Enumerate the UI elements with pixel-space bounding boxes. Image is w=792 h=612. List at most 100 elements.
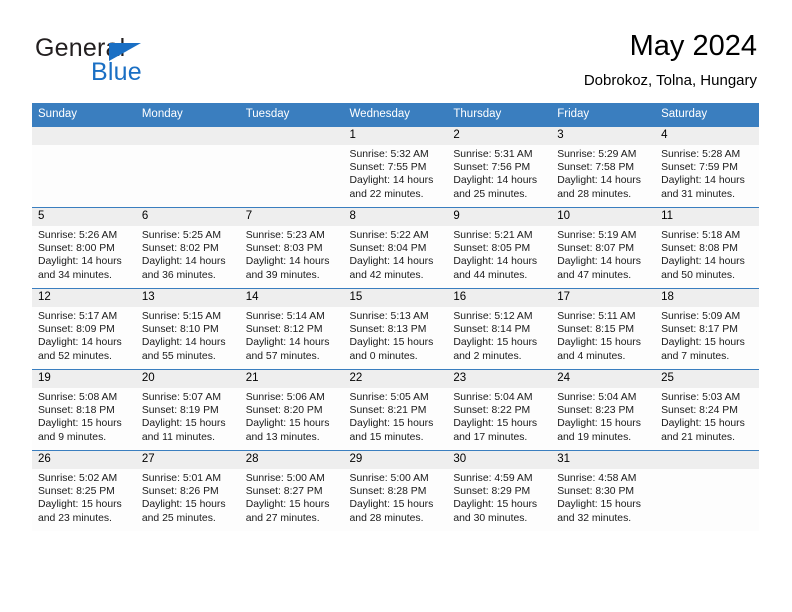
day-cell-content: 22 Sunrise: 5:05 AM Sunset: 8:21 PM Dayligh… <box>343 370 448 450</box>
calendar-day-cell[interactable]: 14 Sunrise: 5:14 AM Sunset: 8:12 PM Dayligh… <box>239 288 344 370</box>
day-sun-info: Sunrise: 5:21 AM Sunset: 8:05 PM Daylight:… <box>447 226 551 282</box>
calendar-day-cell[interactable]: 18 Sunrise: 5:09 AM Sunset: 8:17 PM Dayligh… <box>655 288 759 370</box>
calendar-day-cell[interactable]: 17 Sunrise: 5:11 AM Sunset: 8:15 PM Dayligh… <box>551 288 656 370</box>
page-title: May 2024 <box>629 30 757 62</box>
day-cell-content: 7 Sunrise: 5:23 AM Sunset: 8:03 PM Daylight… <box>239 208 344 288</box>
daylight-duration-line1: Daylight: 14 hours <box>38 256 122 268</box>
calendar-day-cell[interactable]: 30 Sunrise: 4:59 AM Sunset: 8:29 PM Dayligh… <box>447 450 552 531</box>
day-cell-content: 18 Sunrise: 5:09 AM Sunset: 8:17 PM Dayligh… <box>655 289 759 369</box>
sunset-time: Sunset: 8:00 PM <box>38 243 115 255</box>
calendar-day-cell[interactable]: 26 Sunrise: 5:02 AM Sunset: 8:25 PM Dayligh… <box>32 450 136 531</box>
day-cell-content: 4 Sunrise: 5:28 AM Sunset: 7:59 PM Daylight… <box>655 127 759 207</box>
sunset-time: Sunset: 8:09 PM <box>38 324 115 336</box>
calendar-day-cell[interactable]: 20 Sunrise: 5:07 AM Sunset: 8:19 PM Dayligh… <box>135 369 240 451</box>
weekday-header-tuesday: Tuesday <box>239 103 344 127</box>
sunrise-time: Sunrise: 5:21 AM <box>453 230 533 241</box>
daylight-duration-line2: and 25 minutes. <box>453 188 528 200</box>
daylight-duration-line1: Daylight: 15 hours <box>661 418 745 430</box>
daylight-duration-line1: Daylight: 15 hours <box>453 418 538 430</box>
daylight-duration-line1: Daylight: 14 hours <box>453 175 538 187</box>
calendar-day-cell[interactable]: 11 Sunrise: 5:18 AM Sunset: 8:08 PM Dayligh… <box>655 207 759 289</box>
calendar-day-cell[interactable]: 24 Sunrise: 5:04 AM Sunset: 8:23 PM Dayligh… <box>551 369 656 451</box>
sunrise-time: Sunrise: 5:23 AM <box>245 230 325 241</box>
day-sun-info: Sunrise: 5:14 AM Sunset: 8:12 PM Daylight:… <box>240 307 344 363</box>
calendar-day-cell[interactable]: 27 Sunrise: 5:01 AM Sunset: 8:26 PM Dayligh… <box>135 450 240 531</box>
calendar-day-cell[interactable]: 23 Sunrise: 5:04 AM Sunset: 8:22 PM Dayligh… <box>447 369 552 451</box>
calendar-day-cell[interactable]: 4 Sunrise: 5:28 AM Sunset: 7:59 PM Daylight… <box>655 126 759 208</box>
day-sun-info: Sunrise: 5:13 AM Sunset: 8:13 PM Daylight:… <box>344 307 448 363</box>
calendar-day-cell[interactable]: 31 Sunrise: 4:58 AM Sunset: 8:30 PM Dayligh… <box>551 450 656 531</box>
daylight-duration-line1: Daylight: 15 hours <box>38 418 122 430</box>
daylight-duration-line1: Daylight: 15 hours <box>453 337 538 349</box>
daylight-duration-line2: and 15 minutes. <box>349 431 424 443</box>
calendar-day-cell[interactable]: 15 Sunrise: 5:13 AM Sunset: 8:13 PM Dayligh… <box>343 288 448 370</box>
day-sun-info: Sunrise: 5:18 AM Sunset: 8:08 PM Daylight:… <box>655 226 759 282</box>
calendar-day-cell[interactable]: 5 Sunrise: 5:26 AM Sunset: 8:00 PM Daylight… <box>32 207 136 289</box>
day-cell-content: 8 Sunrise: 5:22 AM Sunset: 8:04 PM Daylight… <box>343 208 448 288</box>
day-cell-content: 1 Sunrise: 5:32 AM Sunset: 7:55 PM Daylight… <box>343 127 448 207</box>
calendar-day-cell[interactable]: 25 Sunrise: 5:03 AM Sunset: 8:24 PM Dayligh… <box>655 369 759 451</box>
daylight-duration-line2: and 7 minutes. <box>661 350 730 362</box>
calendar-week-row: 26 Sunrise: 5:02 AM Sunset: 8:25 PM Dayligh… <box>32 450 759 531</box>
daylight-duration-line1: Daylight: 15 hours <box>557 499 641 511</box>
daylight-duration-line2: and 28 minutes. <box>349 512 424 524</box>
calendar-day-cell[interactable]: 12 Sunrise: 5:17 AM Sunset: 8:09 PM Dayligh… <box>32 288 136 370</box>
general-blue-logo[interactable]: General Blue <box>35 34 265 88</box>
calendar-day-cell[interactable]: 10 Sunrise: 5:19 AM Sunset: 8:07 PM Dayligh… <box>551 207 656 289</box>
day-cell-content: 25 Sunrise: 5:03 AM Sunset: 8:24 PM Dayligh… <box>655 370 759 450</box>
sunset-time: Sunset: 7:58 PM <box>557 162 635 174</box>
calendar-day-cell-empty <box>239 126 344 208</box>
calendar-day-cell[interactable]: 3 Sunrise: 5:29 AM Sunset: 7:58 PM Daylight… <box>551 126 656 208</box>
day-sun-info: Sunrise: 5:19 AM Sunset: 8:07 PM Daylight:… <box>551 226 655 282</box>
calendar-day-cell[interactable]: 9 Sunrise: 5:21 AM Sunset: 8:05 PM Daylight… <box>447 207 552 289</box>
calendar-day-cell[interactable]: 29 Sunrise: 5:00 AM Sunset: 8:28 PM Dayligh… <box>343 450 448 531</box>
sunrise-time: Sunrise: 5:31 AM <box>453 149 533 160</box>
day-sun-info: Sunrise: 5:11 AM Sunset: 8:15 PM Daylight:… <box>551 307 655 363</box>
calendar-day-cell[interactable]: 19 Sunrise: 5:08 AM Sunset: 8:18 PM Dayligh… <box>32 369 136 451</box>
sunset-time: Sunset: 8:25 PM <box>38 486 115 498</box>
calendar-day-cell[interactable]: 7 Sunrise: 5:23 AM Sunset: 8:03 PM Daylight… <box>239 207 344 289</box>
sunset-time: Sunset: 8:27 PM <box>245 486 323 498</box>
daylight-duration-line1: Daylight: 15 hours <box>557 418 641 430</box>
daylight-duration-line2: and 0 minutes. <box>349 350 418 362</box>
calendar-day-cell[interactable]: 16 Sunrise: 5:12 AM Sunset: 8:14 PM Dayligh… <box>447 288 552 370</box>
weekday-header-monday: Monday <box>135 103 240 127</box>
day-cell-content: 19 Sunrise: 5:08 AM Sunset: 8:18 PM Dayligh… <box>32 370 136 450</box>
calendar-week-row: 5 Sunrise: 5:26 AM Sunset: 8:00 PM Daylight… <box>32 207 759 289</box>
page-header: General Blue May 2024 Dobrokoz, Tolna, H… <box>0 0 792 100</box>
calendar-day-cell[interactable]: 28 Sunrise: 5:00 AM Sunset: 8:27 PM Dayligh… <box>239 450 344 531</box>
calendar-day-cell[interactable]: 1 Sunrise: 5:32 AM Sunset: 7:55 PM Daylight… <box>343 126 448 208</box>
day-number: 3 <box>551 127 656 145</box>
daylight-duration-line1: Daylight: 14 hours <box>245 337 330 349</box>
calendar-day-cell[interactable]: 21 Sunrise: 5:06 AM Sunset: 8:20 PM Dayligh… <box>239 369 344 451</box>
day-cell-content: 16 Sunrise: 5:12 AM Sunset: 8:14 PM Dayligh… <box>447 289 552 369</box>
day-sun-info: Sunrise: 5:00 AM Sunset: 8:28 PM Daylight:… <box>344 469 448 525</box>
day-cell-content: 11 Sunrise: 5:18 AM Sunset: 8:08 PM Dayligh… <box>655 208 759 288</box>
calendar-day-cell[interactable]: 8 Sunrise: 5:22 AM Sunset: 8:04 PM Daylight… <box>343 207 448 289</box>
daylight-duration-line2: and 34 minutes. <box>38 269 112 281</box>
daylight-duration-line2: and 19 minutes. <box>557 431 632 443</box>
calendar-day-cell[interactable]: 6 Sunrise: 5:25 AM Sunset: 8:02 PM Daylight… <box>135 207 240 289</box>
day-sun-info: Sunrise: 5:00 AM Sunset: 8:27 PM Daylight:… <box>240 469 344 525</box>
day-cell-content: 23 Sunrise: 5:04 AM Sunset: 8:22 PM Dayligh… <box>447 370 552 450</box>
day-sun-info: Sunrise: 5:01 AM Sunset: 8:26 PM Daylight:… <box>136 469 240 525</box>
sunrise-time: Sunrise: 5:32 AM <box>349 149 429 160</box>
daylight-duration-line1: Daylight: 15 hours <box>557 337 641 349</box>
calendar-day-cell[interactable]: 2 Sunrise: 5:31 AM Sunset: 7:56 PM Daylight… <box>447 126 552 208</box>
day-number <box>239 127 344 145</box>
day-sun-info: Sunrise: 5:22 AM Sunset: 8:04 PM Daylight:… <box>344 226 448 282</box>
sunset-time: Sunset: 8:22 PM <box>453 405 531 417</box>
sunset-time: Sunset: 7:56 PM <box>453 162 531 174</box>
daylight-duration-line1: Daylight: 15 hours <box>661 337 745 349</box>
calendar-day-cell-empty <box>135 126 240 208</box>
sunset-time: Sunset: 8:10 PM <box>141 324 219 336</box>
calendar-day-cell[interactable]: 22 Sunrise: 5:05 AM Sunset: 8:21 PM Dayligh… <box>343 369 448 451</box>
logo-text-blue: Blue <box>91 58 142 86</box>
sunrise-time: Sunrise: 5:08 AM <box>38 392 118 403</box>
daylight-duration-line1: Daylight: 15 hours <box>349 418 434 430</box>
daylight-duration-line1: Daylight: 14 hours <box>661 256 745 268</box>
day-number: 17 <box>551 289 656 307</box>
calendar-day-cell[interactable]: 13 Sunrise: 5:15 AM Sunset: 8:10 PM Dayligh… <box>135 288 240 370</box>
daylight-duration-line2: and 30 minutes. <box>453 512 528 524</box>
calendar-week-row: 1 Sunrise: 5:32 AM Sunset: 7:55 PM Daylight… <box>32 126 759 208</box>
